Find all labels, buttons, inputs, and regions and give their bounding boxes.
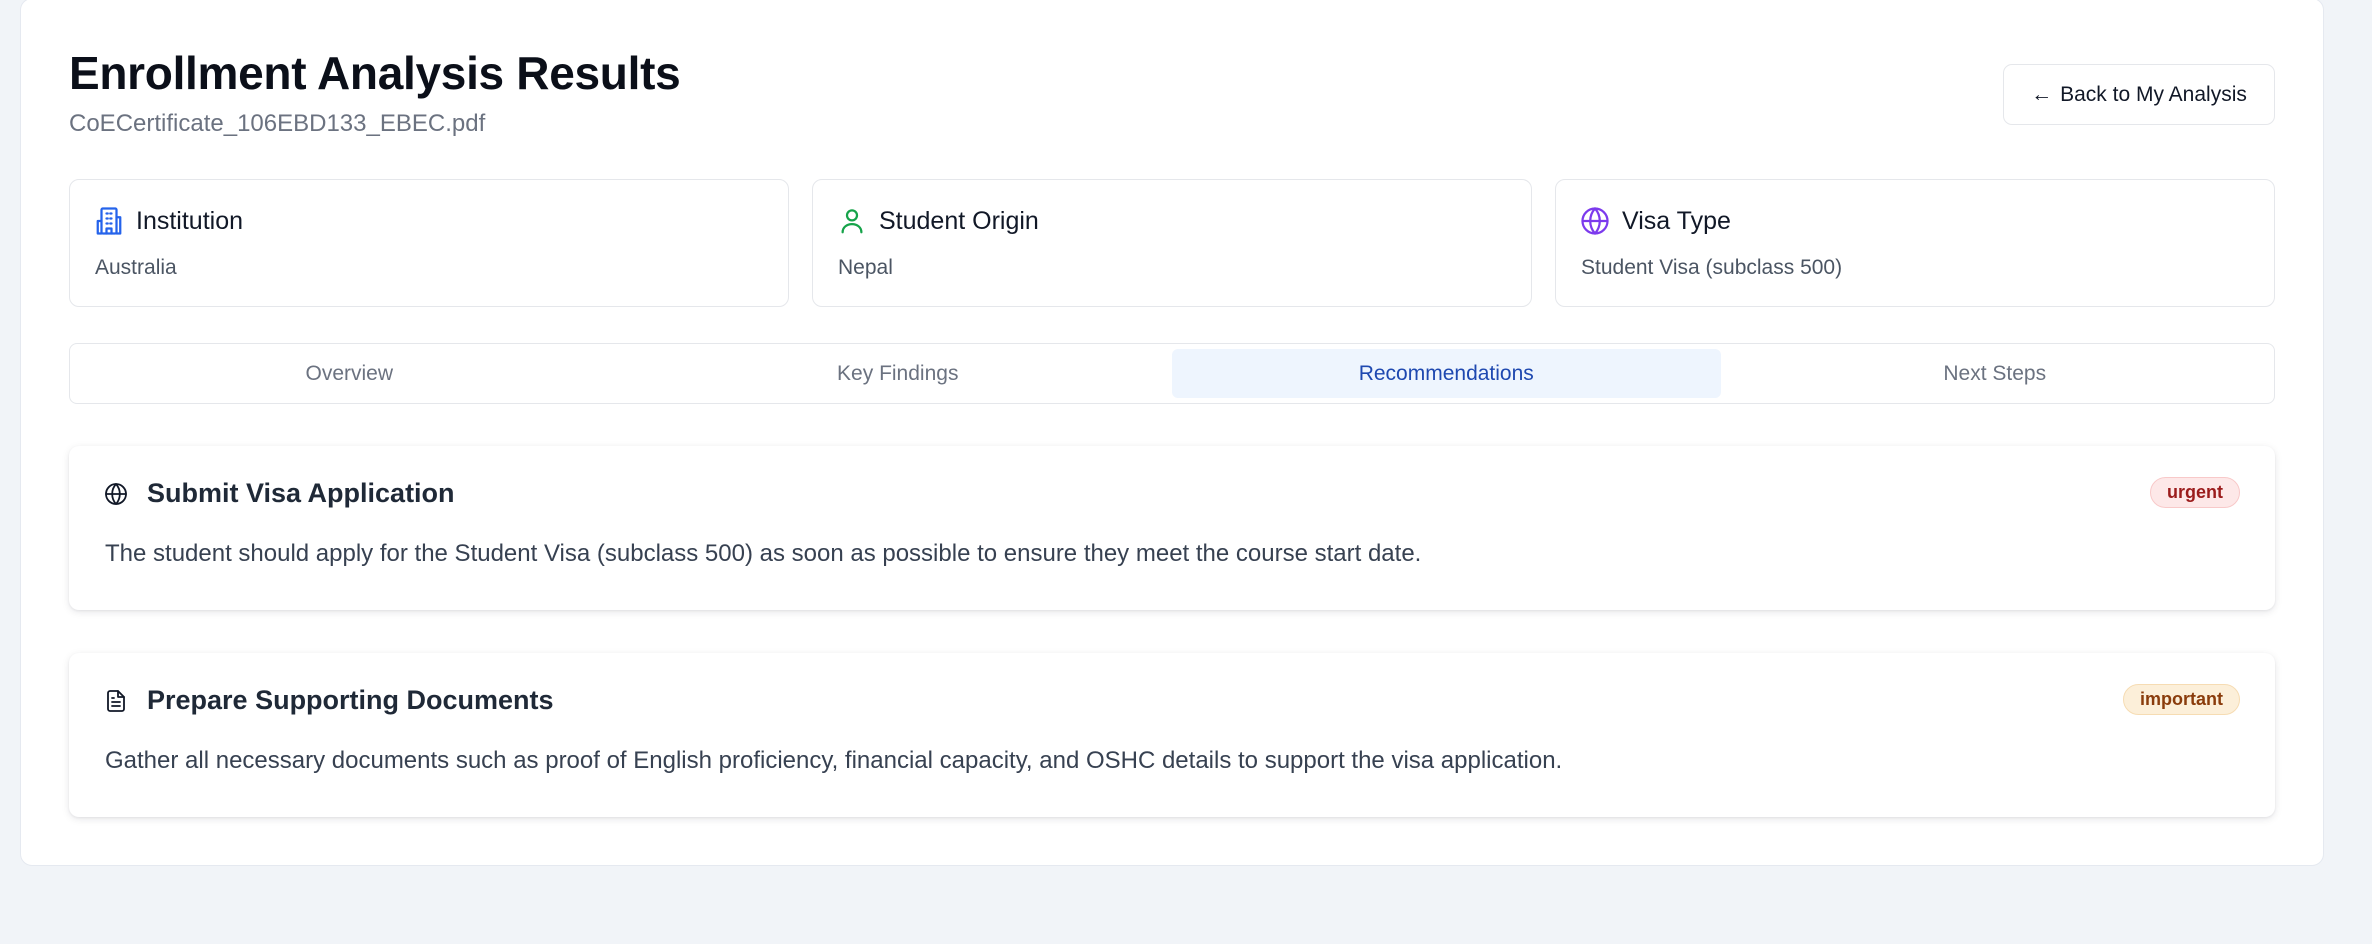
student-origin-value: Nepal — [838, 256, 893, 279]
page-title: Enrollment Analysis Results — [69, 47, 681, 99]
tab-next-steps[interactable]: Next Steps — [1721, 349, 2270, 398]
building-icon — [94, 206, 124, 236]
arrow-left-icon: ← — [2031, 82, 2053, 106]
visa-type-title: Visa Type — [1622, 206, 1731, 235]
priority-badge-important: important — [2123, 684, 2240, 715]
recommendation-title: Prepare Supporting Documents — [147, 685, 554, 715]
tab-key-findings[interactable]: Key Findings — [624, 349, 1173, 398]
recommendation-text: The student should apply for the Student… — [105, 540, 1422, 567]
globe-icon — [103, 481, 129, 507]
institution-title: Institution — [136, 206, 244, 235]
globe-icon — [1580, 206, 1610, 236]
tab-overview[interactable]: Overview — [75, 349, 624, 398]
recommendation-text: Gather all necessary documents such as p… — [105, 747, 1563, 774]
results-tabs: Overview Key Findings Recommendations Ne… — [69, 343, 2275, 404]
student-origin-card: Student Origin Nepal — [812, 179, 1532, 307]
visa-type-card: Visa Type Student Visa (subclass 500) — [1555, 179, 2275, 307]
institution-card: Institution Australia — [69, 179, 789, 307]
institution-value: Australia — [95, 256, 177, 279]
tab-recommendations[interactable]: Recommendations — [1172, 349, 1721, 398]
recommendation-card: Prepare Supporting Documents important G… — [69, 653, 2275, 817]
user-icon — [837, 206, 867, 236]
back-to-analysis-button[interactable]: ← Back to My Analysis — [2003, 64, 2275, 125]
visa-type-value: Student Visa (subclass 500) — [1581, 256, 1843, 279]
recommendation-card: Submit Visa Application urgent The stude… — [69, 446, 2275, 610]
document-icon — [103, 688, 129, 714]
recommendation-title: Submit Visa Application — [147, 478, 455, 508]
priority-badge-urgent: urgent — [2150, 477, 2240, 508]
back-button-label: Back to My Analysis — [2060, 82, 2247, 106]
student-origin-title: Student Origin — [879, 206, 1039, 235]
file-name: CoECertificate_106EBD133_EBEC.pdf — [69, 110, 486, 137]
